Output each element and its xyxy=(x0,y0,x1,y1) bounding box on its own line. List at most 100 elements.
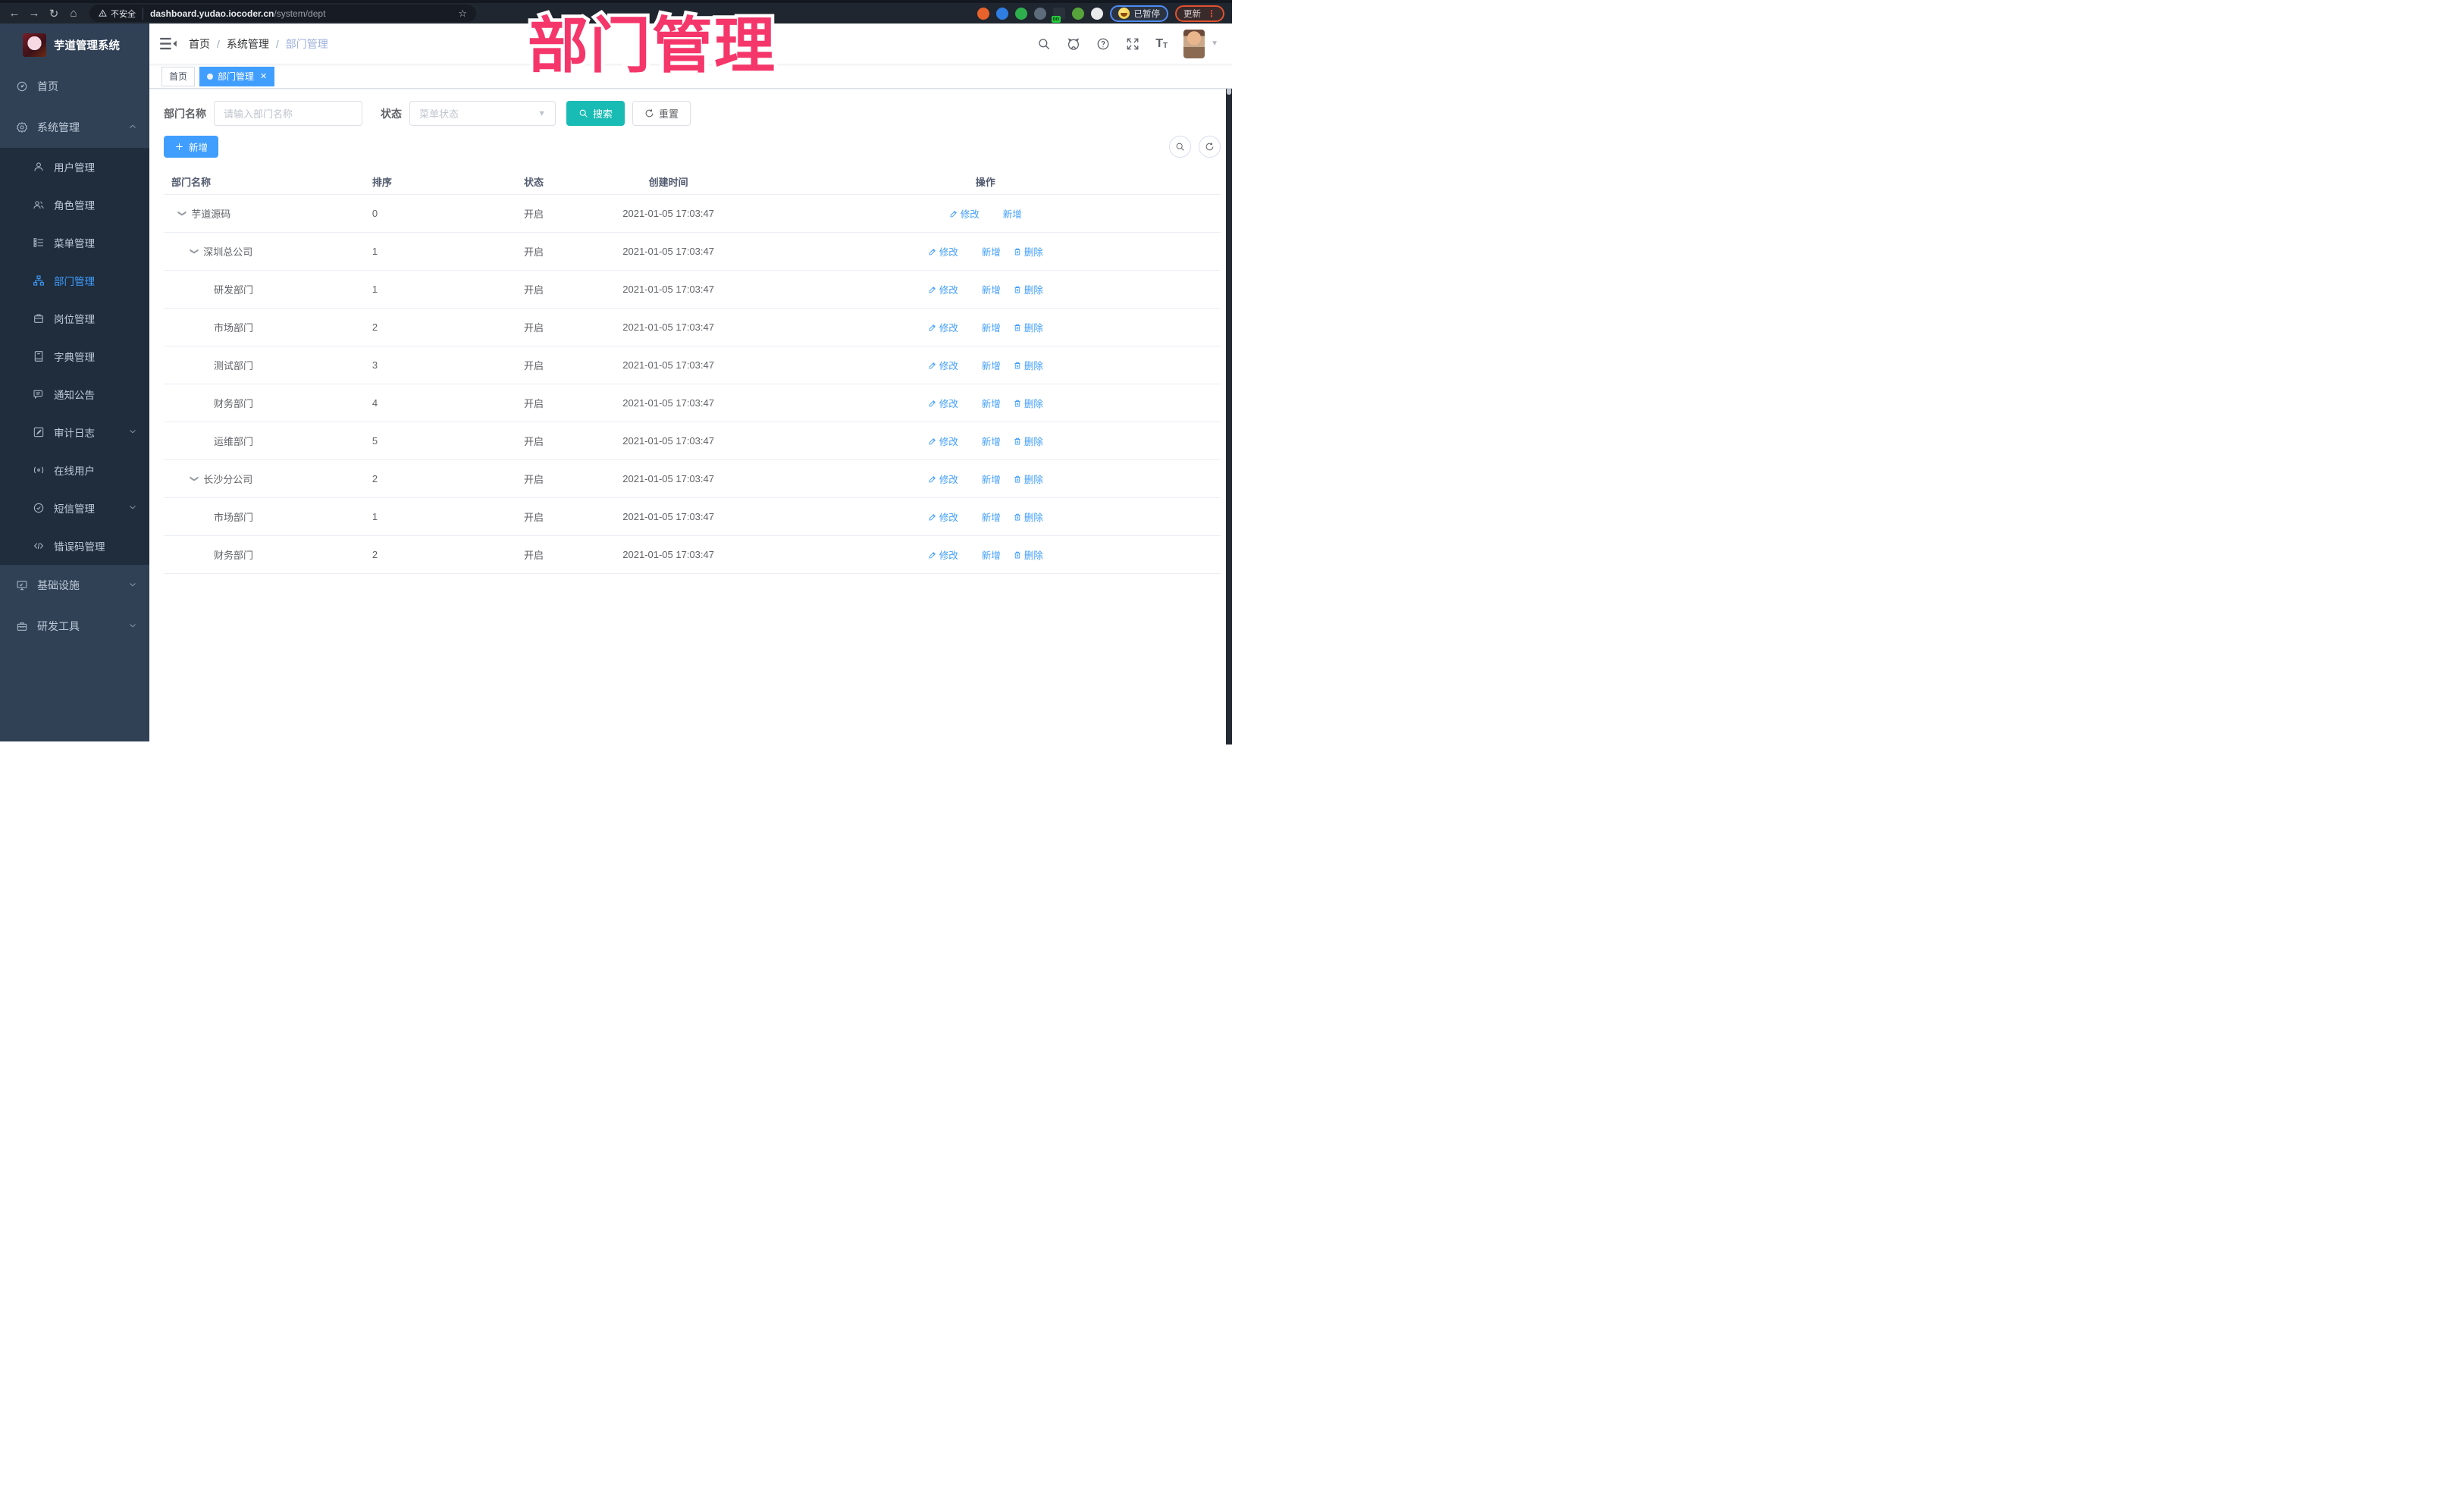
actions-cell: 修改 新增 删除 xyxy=(751,320,1221,334)
row-delete-action[interactable]: 删除 xyxy=(1013,244,1043,259)
sidebar-item-user[interactable]: 用户管理 xyxy=(0,148,149,186)
row-edit-action[interactable]: 修改 xyxy=(928,509,958,524)
sort-cell: 4 xyxy=(371,397,378,409)
row-edit-action[interactable]: 修改 xyxy=(949,206,980,221)
status-cell: 开启 xyxy=(524,512,544,523)
row-edit-action[interactable]: 修改 xyxy=(928,358,958,372)
header-search-icon[interactable] xyxy=(1037,37,1051,51)
dept-name-input[interactable]: 请输入部门名称 xyxy=(214,101,362,126)
sidebar-item-infra[interactable]: 基础设施 xyxy=(0,565,149,606)
org-chart-icon xyxy=(32,274,45,287)
proxy-extension-icon[interactable]: on xyxy=(1051,7,1065,23)
sidebar-item-menu[interactable]: 菜单管理 xyxy=(0,224,149,262)
page-scrollbar[interactable] xyxy=(1226,27,1232,744)
add-dept-button[interactable]: 新增 xyxy=(164,136,219,158)
green-key-extension-icon[interactable] xyxy=(1071,7,1084,20)
breadcrumb-item[interactable]: 系统管理 xyxy=(227,36,269,52)
row-add-action[interactable]: 新增 xyxy=(970,396,1001,410)
sidebar-item-system[interactable]: 系统管理 xyxy=(0,107,149,148)
row-delete-action[interactable]: 删除 xyxy=(1013,434,1043,448)
edit-icon xyxy=(929,248,936,255)
sidebar-item-dev-tools[interactable]: 研发工具 xyxy=(0,606,149,647)
blue-gem-extension-icon[interactable] xyxy=(995,7,1008,20)
browser-menu-icon[interactable]: ⋮ xyxy=(1207,8,1216,19)
tree-expand-icon[interactable]: ❯ xyxy=(177,210,187,217)
sidebar-item-label: 错误码管理 xyxy=(54,541,105,553)
row-delete-action[interactable]: 删除 xyxy=(1013,472,1043,486)
audit-log-icon xyxy=(33,427,43,437)
row-edit-action[interactable]: 修改 xyxy=(928,547,958,562)
tree-expand-icon[interactable]: ❯ xyxy=(190,248,199,255)
row-delete-action[interactable]: 删除 xyxy=(1013,358,1043,372)
fullscreen-icon[interactable] xyxy=(1126,37,1140,51)
row-add-action[interactable]: 新增 xyxy=(970,320,1001,334)
font-size-icon[interactable]: TT xyxy=(1155,37,1168,50)
row-add-action[interactable]: 新增 xyxy=(970,434,1001,448)
tag-item[interactable]: 首页 xyxy=(161,66,196,86)
sidebar-item-error-code[interactable]: 错误码管理 xyxy=(0,527,149,565)
menu-tree-icon xyxy=(33,238,43,247)
row-delete-action[interactable]: 删除 xyxy=(1013,509,1043,524)
sidebar-item-audit-log[interactable]: 审计日志 xyxy=(0,413,149,451)
not-secure-warning[interactable]: 不安全 xyxy=(99,7,143,20)
create-time-cell: 2021-01-05 17:03:47 xyxy=(622,246,714,257)
github-icon[interactable] xyxy=(1067,37,1080,51)
browser-home-button[interactable]: ⌂ xyxy=(64,5,83,23)
sidebar-item-post[interactable]: 岗位管理 xyxy=(0,299,149,337)
row-delete-action[interactable]: 删除 xyxy=(1013,282,1043,296)
user-menu[interactable]: ▼ xyxy=(1183,29,1218,58)
reset-button[interactable]: 重置 xyxy=(632,101,691,126)
green-circle-extension-icon[interactable] xyxy=(1014,7,1027,20)
search-button[interactable]: 搜索 xyxy=(566,101,625,126)
breadcrumb-item: 部门管理 xyxy=(285,37,328,50)
browser-back-button[interactable]: ← xyxy=(5,5,24,23)
row-edit-action[interactable]: 修改 xyxy=(928,282,958,296)
puzzle-extension-icon[interactable] xyxy=(1090,7,1103,20)
row-add-action[interactable]: 新增 xyxy=(970,358,1001,372)
sort-cell: 1 xyxy=(371,284,378,295)
monitor-icon xyxy=(16,581,27,591)
sidebar-item-notice[interactable]: 通知公告 xyxy=(0,375,149,413)
table-row: 测试部门 3 开启 2021-01-05 17:03:47 修改 新增 删除 xyxy=(164,346,1221,384)
status-select[interactable]: 菜单状态 ▼ xyxy=(409,101,556,126)
row-add-action[interactable]: 新增 xyxy=(970,509,1001,524)
row-edit-action[interactable]: 修改 xyxy=(928,396,958,410)
browser-forward-button[interactable]: → xyxy=(24,5,44,23)
row-add-action[interactable]: 新增 xyxy=(970,547,1001,562)
profile-paused-pill[interactable]: 已暂停 xyxy=(1109,5,1168,22)
tag-active[interactable]: 部门管理 ✕ xyxy=(199,66,275,86)
app-logo-row[interactable]: 芋道管理系统 xyxy=(0,24,149,66)
sidebar-item-home[interactable]: 首页 xyxy=(0,66,149,107)
row-add-action[interactable]: 新增 xyxy=(970,282,1001,296)
sidebar-item-online-user[interactable]: 在线用户 xyxy=(0,451,149,489)
row-delete-action[interactable]: 删除 xyxy=(1013,320,1043,334)
browser-reload-button[interactable]: ↻ xyxy=(44,5,64,23)
sidebar-item-role[interactable]: 角色管理 xyxy=(0,186,149,224)
sidebar-item-sms[interactable]: 短信管理 xyxy=(0,489,149,527)
dept-name-cell: 财务部门 xyxy=(214,550,254,561)
browser-update-button[interactable]: 更新 ⋮ xyxy=(1175,5,1224,22)
row-add-action[interactable]: 新增 xyxy=(992,206,1022,221)
grid-extension-icon[interactable] xyxy=(1033,7,1046,20)
sidebar-item-dict[interactable]: 字典管理 xyxy=(0,337,149,375)
toggle-search-button[interactable] xyxy=(1169,136,1191,158)
row-edit-action[interactable]: 修改 xyxy=(928,320,958,334)
row-delete-action[interactable]: 删除 xyxy=(1013,547,1043,562)
row-edit-action[interactable]: 修改 xyxy=(928,472,958,486)
row-delete-action[interactable]: 删除 xyxy=(1013,396,1043,410)
sidebar-item-dept[interactable]: 部门管理 xyxy=(0,262,149,299)
refresh-table-button[interactable] xyxy=(1199,136,1221,158)
breadcrumb-item[interactable]: 首页 xyxy=(189,36,210,52)
row-edit-action[interactable]: 修改 xyxy=(928,434,958,448)
close-tag-icon[interactable]: ✕ xyxy=(260,71,267,81)
row-add-action[interactable]: 新增 xyxy=(970,472,1001,486)
row-add-action[interactable]: 新增 xyxy=(970,244,1001,259)
help-icon[interactable] xyxy=(1096,37,1110,51)
tree-expand-icon[interactable]: ❯ xyxy=(190,475,199,482)
bookmark-star-icon[interactable]: ☆ xyxy=(458,8,467,20)
orange-extension-icon[interactable] xyxy=(977,7,989,20)
address-bar[interactable]: 不安全 dashboard.yudao.iocoder.cn/system/de… xyxy=(89,5,476,22)
status-cell: 开启 xyxy=(524,208,544,220)
collapse-sidebar-icon[interactable] xyxy=(160,37,177,51)
row-edit-action[interactable]: 修改 xyxy=(928,244,958,259)
